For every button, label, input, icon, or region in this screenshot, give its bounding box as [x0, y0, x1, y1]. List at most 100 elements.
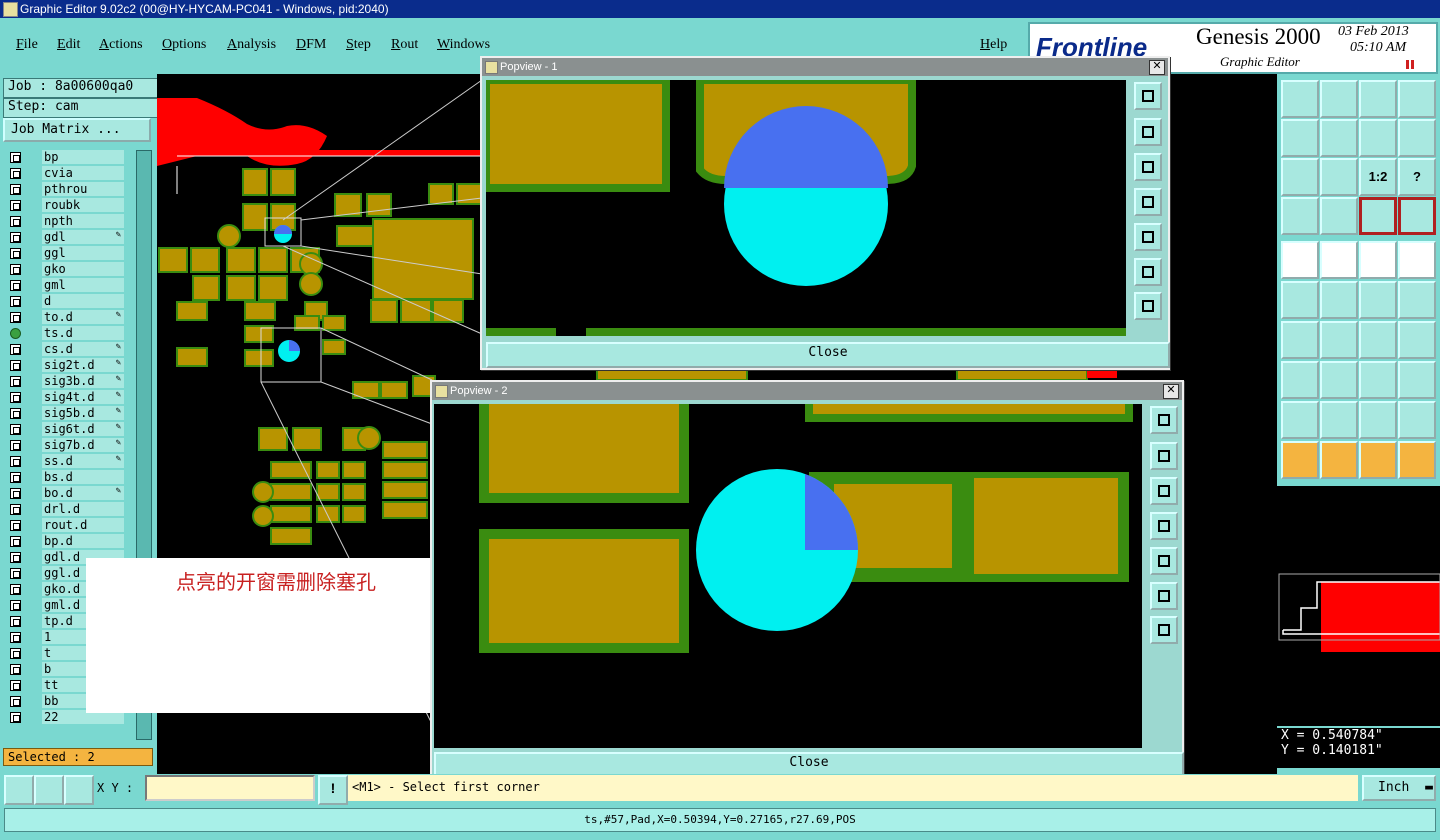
- menu-options[interactable]: Options: [162, 37, 206, 53]
- layer-row[interactable]: ts.d: [3, 326, 125, 341]
- layer-name[interactable]: bs.d: [42, 470, 124, 484]
- menu-analysis[interactable]: Analysis: [227, 37, 276, 53]
- layer-checkbox[interactable]: [10, 152, 21, 163]
- layer-checkbox[interactable]: [10, 664, 21, 675]
- layer-checkbox[interactable]: [10, 216, 21, 227]
- layer-row[interactable]: sig4t.d ✎: [3, 390, 125, 405]
- layer-row[interactable]: sig7b.d ✎: [3, 438, 125, 453]
- layer-checkbox[interactable]: [10, 232, 21, 243]
- layer-row[interactable]: bs.d: [3, 470, 125, 485]
- popview-1-close-button[interactable]: Close: [486, 342, 1170, 368]
- layer-checkbox[interactable]: [10, 424, 21, 435]
- layer-name[interactable]: gko: [42, 262, 124, 276]
- layer-name[interactable]: to.d: [42, 310, 124, 324]
- grid-snap-icon[interactable]: [64, 775, 94, 805]
- layer-checkbox[interactable]: [10, 280, 21, 291]
- layer-name[interactable]: cvia: [42, 166, 124, 180]
- pan-up-icon[interactable]: [1134, 118, 1162, 146]
- layer-row[interactable]: ss.d ✎: [3, 454, 125, 469]
- grid-icon[interactable]: [1320, 197, 1358, 235]
- diagonal-line-icon[interactable]: [1320, 321, 1358, 359]
- layer-name[interactable]: sig7b.d: [42, 438, 124, 452]
- layer-checkbox[interactable]: [10, 264, 21, 275]
- layer-checkbox[interactable]: [10, 632, 21, 643]
- layer-name[interactable]: sig4t.d: [42, 390, 124, 404]
- zoom-home-icon[interactable]: [1281, 80, 1319, 118]
- delete-node-icon[interactable]: [1320, 281, 1358, 319]
- pause-icon[interactable]: [1406, 60, 1414, 69]
- layer-checkbox[interactable]: [10, 408, 21, 419]
- add-pad-icon[interactable]: [1281, 241, 1319, 279]
- layer-checkbox[interactable]: [10, 360, 21, 371]
- menu-rout[interactable]: Rout: [391, 37, 418, 53]
- layer-name[interactable]: sig6t.d: [42, 422, 124, 436]
- layer-checkbox[interactable]: [10, 200, 21, 211]
- layer-checkbox[interactable]: [10, 472, 21, 483]
- layer-name[interactable]: bp: [42, 150, 124, 164]
- pan-right-icon[interactable]: [1150, 547, 1178, 575]
- mirror-icon[interactable]: [1398, 119, 1436, 157]
- layer-row[interactable]: sig5b.d ✎: [3, 406, 125, 421]
- snap-icon[interactable]: [1359, 197, 1397, 235]
- layer-name[interactable]: cs.d: [42, 342, 124, 356]
- layer-name[interactable]: bp.d: [42, 534, 124, 548]
- popview-1-canvas[interactable]: [486, 80, 1126, 336]
- layer-checkbox[interactable]: [10, 552, 21, 563]
- layer-checkbox[interactable]: [10, 312, 21, 323]
- layer-checkbox[interactable]: [10, 616, 21, 627]
- layer-checkbox[interactable]: [10, 392, 21, 403]
- zoom-in-icon[interactable]: [1281, 158, 1319, 196]
- scale-button[interactable]: 1:2: [1359, 158, 1397, 196]
- add-line-icon[interactable]: [1320, 241, 1358, 279]
- pointer-icon[interactable]: [1281, 441, 1319, 479]
- pan-down-icon[interactable]: [1134, 153, 1162, 181]
- layer-name[interactable]: sig2t.d: [42, 358, 124, 372]
- layer-name[interactable]: pthrou: [42, 182, 124, 196]
- layer-checkbox[interactable]: [10, 184, 21, 195]
- layer-checkbox[interactable]: [10, 680, 21, 691]
- layer-row[interactable]: gko: [3, 262, 125, 277]
- alert-icon[interactable]: !: [318, 775, 348, 805]
- pan-right-icon[interactable]: [1134, 223, 1162, 251]
- layer-checkbox[interactable]: [10, 456, 21, 467]
- layer-checkbox[interactable]: [10, 328, 21, 339]
- layer-name[interactable]: sig3b.d: [42, 374, 124, 388]
- connect-icon[interactable]: [1398, 281, 1436, 319]
- zoom-in-icon[interactable]: [1134, 258, 1162, 286]
- zoom-out-icon[interactable]: [1134, 292, 1162, 320]
- pad-select-icon[interactable]: [1281, 361, 1319, 399]
- layer-name[interactable]: ggl: [42, 246, 124, 260]
- arc-icon[interactable]: [1359, 321, 1397, 359]
- layer-checkbox[interactable]: [10, 376, 21, 387]
- layer-checkbox[interactable]: [10, 440, 21, 451]
- ruler-icon[interactable]: [1359, 241, 1397, 279]
- layer-row[interactable]: sig2t.d ✎: [3, 358, 125, 373]
- help-icon[interactable]: ?: [1398, 158, 1436, 196]
- layer-checkbox[interactable]: [10, 296, 21, 307]
- menu-actions[interactable]: Actions: [99, 37, 143, 53]
- pan-left-icon[interactable]: [1281, 119, 1319, 157]
- pointer-net-icon[interactable]: [1398, 441, 1436, 479]
- pointer-frame-icon[interactable]: [1359, 441, 1397, 479]
- layer-name[interactable]: d: [42, 294, 124, 308]
- move-icon[interactable]: [1359, 281, 1397, 319]
- layer-checkbox[interactable]: [10, 344, 21, 355]
- layer-name[interactable]: gml: [42, 278, 124, 292]
- menu-file[interactable]: File: [16, 37, 38, 53]
- layer-row[interactable]: pthrou: [3, 182, 125, 197]
- layer-checkbox[interactable]: [10, 520, 21, 531]
- polygon-cut-icon[interactable]: [1398, 401, 1436, 439]
- close-icon[interactable]: ✕: [1149, 60, 1165, 75]
- snap-alt-icon[interactable]: [1398, 197, 1436, 235]
- layer-row[interactable]: drl.d: [3, 502, 125, 517]
- layer-checkbox[interactable]: [10, 568, 21, 579]
- select-pad-icon[interactable]: [1398, 241, 1436, 279]
- layer-checkbox[interactable]: [10, 504, 21, 515]
- layer-row[interactable]: gml: [3, 278, 125, 293]
- menu-windows[interactable]: Windows: [437, 37, 490, 53]
- zoom-fit-icon[interactable]: [1134, 82, 1162, 110]
- layer-row[interactable]: bp: [3, 150, 125, 165]
- job-matrix-button[interactable]: Job Matrix ...: [3, 118, 151, 142]
- xy-input[interactable]: [145, 775, 315, 801]
- layer-checkbox[interactable]: [10, 600, 21, 611]
